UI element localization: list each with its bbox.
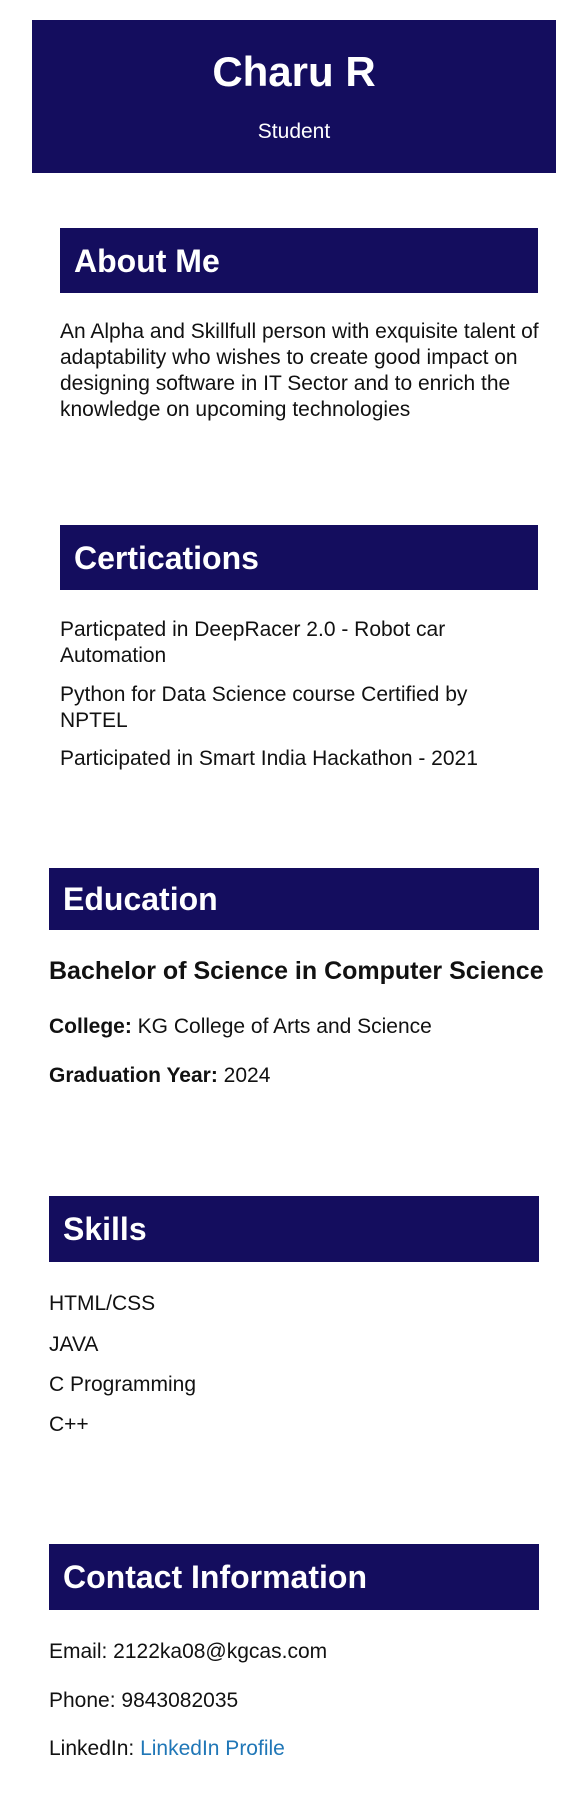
certification-item: Particpated in DeepRacer 2.0 - Robot car… [60, 618, 446, 667]
resume-page: Charu R Student About Me An Alpha and Sk… [0, 0, 576, 1798]
education-year: Graduation Year: 2024 [49, 1063, 270, 1089]
about-text: An Alpha and Skillfull person with exqui… [60, 320, 539, 421]
skill-item: C Programming [49, 1373, 197, 1396]
profile-role: Student [257, 120, 331, 143]
contact-linkedin: LinkedIn: LinkedIn Profile [49, 1736, 285, 1762]
college-label: College: [49, 1015, 132, 1038]
profile-header: Charu R Student [32, 20, 556, 173]
certification-item: Participated in Smart India Hackathon - … [60, 747, 478, 770]
graduation-year-label: Graduation Year: [49, 1064, 218, 1087]
profile-name: Charu R [212, 48, 376, 95]
contact-phone: Phone: 9843082035 [49, 1689, 239, 1712]
skills-heading: Skills [49, 1196, 539, 1262]
certification-item: Python for Data Science course Certified… [60, 683, 468, 732]
contact-heading: Contact Information [49, 1544, 539, 1610]
certifications-heading: Certications [60, 525, 538, 590]
contact-email: Email: 2122ka08@kgcas.com [49, 1640, 328, 1663]
skill-item: HTML/CSS [49, 1292, 156, 1315]
graduation-year-value: 2024 [217, 1064, 271, 1087]
education-college: College: KG College of Arts and Science [49, 1014, 432, 1040]
skill-item: JAVA [49, 1333, 99, 1356]
linkedin-profile-link[interactable]: LinkedIn Profile [140, 1737, 285, 1760]
college-value: KG College of Arts and Science [131, 1015, 432, 1038]
education-heading: Education [49, 868, 539, 930]
skill-item: C++ [49, 1413, 89, 1436]
education-degree: Bachelor of Science in Computer Science [49, 957, 544, 985]
about-heading: About Me [60, 228, 538, 293]
linkedin-label: LinkedIn: [49, 1737, 141, 1760]
